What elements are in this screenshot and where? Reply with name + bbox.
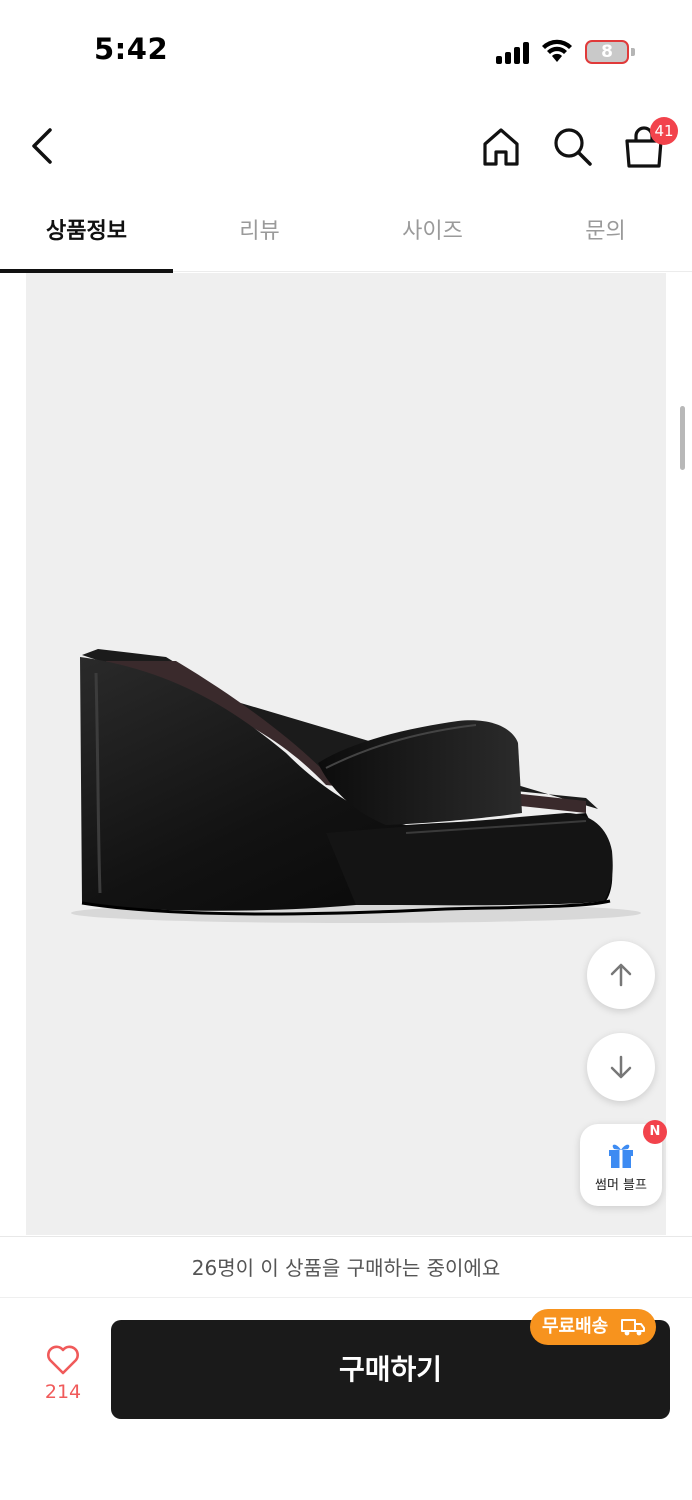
tab-reviews[interactable]: 리뷰 (173, 200, 346, 272)
search-icon[interactable] (550, 124, 596, 170)
wifi-icon (542, 39, 572, 62)
battery-level: 8 (601, 42, 613, 62)
new-badge: N (643, 1120, 667, 1144)
buyers-notice: 26명이 이 상품을 구매하는 중이에요 (0, 1236, 692, 1298)
free-shipping-label: 무료배송 (542, 1316, 609, 1337)
arrow-up-icon (610, 963, 632, 987)
wedge-sandal-illustration (71, 649, 641, 923)
event-label: 썸머 블프 (595, 1178, 647, 1193)
truck-icon (621, 1319, 645, 1336)
top-nav-bar (0, 100, 692, 200)
status-time: 5:42 (94, 32, 169, 66)
scroll-up-button[interactable] (587, 941, 655, 1009)
tab-product-info[interactable]: 상품정보 (0, 200, 173, 273)
arrow-down-icon (610, 1055, 632, 1079)
scroll-down-button[interactable] (587, 1033, 655, 1101)
gift-icon (609, 1144, 633, 1168)
tab-size[interactable]: 사이즈 (346, 200, 519, 272)
product-image (26, 273, 666, 1235)
like-button[interactable]: 214 (34, 1339, 92, 1409)
cellular-signal-icon (496, 42, 532, 64)
tab-inquiry[interactable]: 문의 (519, 200, 692, 272)
product-tabs: 상품정보 리뷰 사이즈 문의 (0, 200, 692, 273)
cart-count-badge: 41 (650, 117, 678, 145)
heart-icon (47, 1345, 79, 1375)
purchase-bar: 214 구매하기 무료배송 (0, 1299, 692, 1500)
like-count: 214 (44, 1381, 82, 1403)
status-bar: 5:42 8 (0, 0, 692, 100)
battery-cap (631, 48, 635, 56)
battery-icon: 8 (585, 40, 629, 64)
free-shipping-badge: 무료배송 (530, 1309, 656, 1345)
back-arrow-icon[interactable] (22, 124, 62, 168)
scroll-indicator[interactable] (680, 406, 685, 470)
home-icon[interactable] (478, 124, 524, 170)
